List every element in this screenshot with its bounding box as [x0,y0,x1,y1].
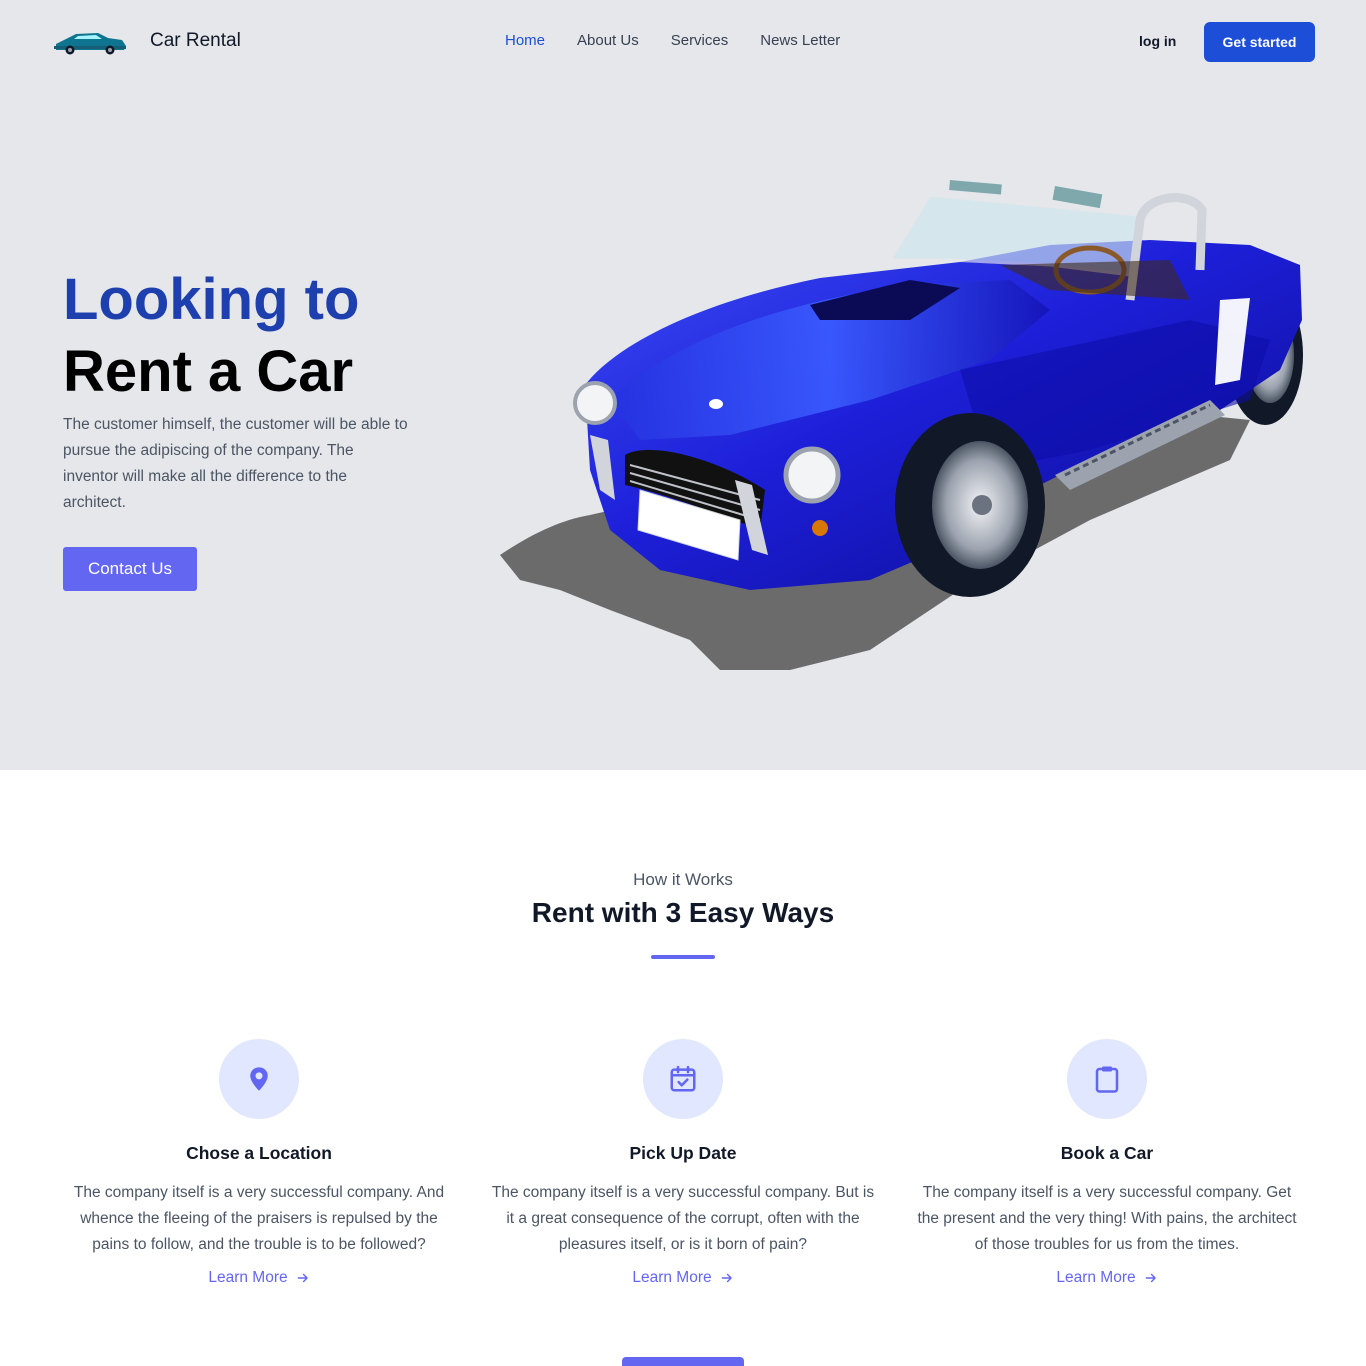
feature-description: The company itself is a very successful … [491,1184,875,1253]
brand-name[interactable]: Car Rental [150,30,241,52]
learn-more-link[interactable]: Learn More [1056,1269,1157,1287]
nav-services[interactable]: Services [671,32,729,49]
arrow-right-icon [1145,1273,1156,1283]
learn-more-label: Learn More [1056,1269,1136,1286]
clipboard-icon [1095,1066,1119,1093]
hero-section: Car Rental Home About Us Services News L… [0,0,1366,770]
learn-more-label: Learn More [632,1269,712,1286]
section-title: Rent with 3 Easy Ways [531,897,835,928]
hero-headline-line2: Rent a Car [63,339,354,404]
location-pin-icon [250,1067,268,1091]
feature-icon-wrapper [1067,1039,1147,1119]
feature-icon-wrapper [643,1039,723,1119]
feature-description: The company itself is a very successful … [73,1184,445,1253]
main-nav: Home About Us Services News Letter [505,32,872,49]
feature-card-book-car: Book a Car The company itself is a very … [907,1039,1307,1287]
contact-us-button[interactable]: Contact Us [63,547,197,591]
section-divider [651,955,715,959]
learn-more-link[interactable]: Learn More [208,1269,309,1287]
feature-card-pickup-date: Pick Up Date The company itself is a ver… [483,1039,883,1287]
feature-title: Pick Up Date [629,1143,737,1163]
nav-home[interactable]: Home [505,32,545,49]
nav-about-us[interactable]: About Us [577,32,639,49]
section-action-button[interactable] [622,1357,744,1366]
learn-more-label: Learn More [208,1269,288,1286]
login-link[interactable]: log in [1139,33,1176,49]
hero-headline-line1: Looking to [63,267,360,332]
get-started-button[interactable]: Get started [1204,22,1315,62]
feature-description: The company itself is a very successful … [917,1184,1297,1253]
hero-car-image [500,180,1303,670]
learn-more-link[interactable]: Learn More [632,1269,733,1287]
car-logo-icon[interactable] [52,26,128,58]
feature-icon-wrapper [219,1039,299,1119]
feature-title: Chose a Location [186,1143,332,1163]
arrow-right-icon [297,1273,308,1283]
feature-title: Book a Car [1060,1143,1154,1163]
hero-description: The customer himself, the customer will … [63,416,408,511]
calendar-check-icon [670,1065,696,1092]
top-navbar: Car Rental Home About Us Services News L… [0,0,1366,84]
arrow-right-icon [721,1273,732,1283]
section-subtitle: How it Works [633,870,733,889]
feature-card-location: Chose a Location The company itself is a… [59,1039,459,1287]
nav-news-letter[interactable]: News Letter [760,32,840,49]
